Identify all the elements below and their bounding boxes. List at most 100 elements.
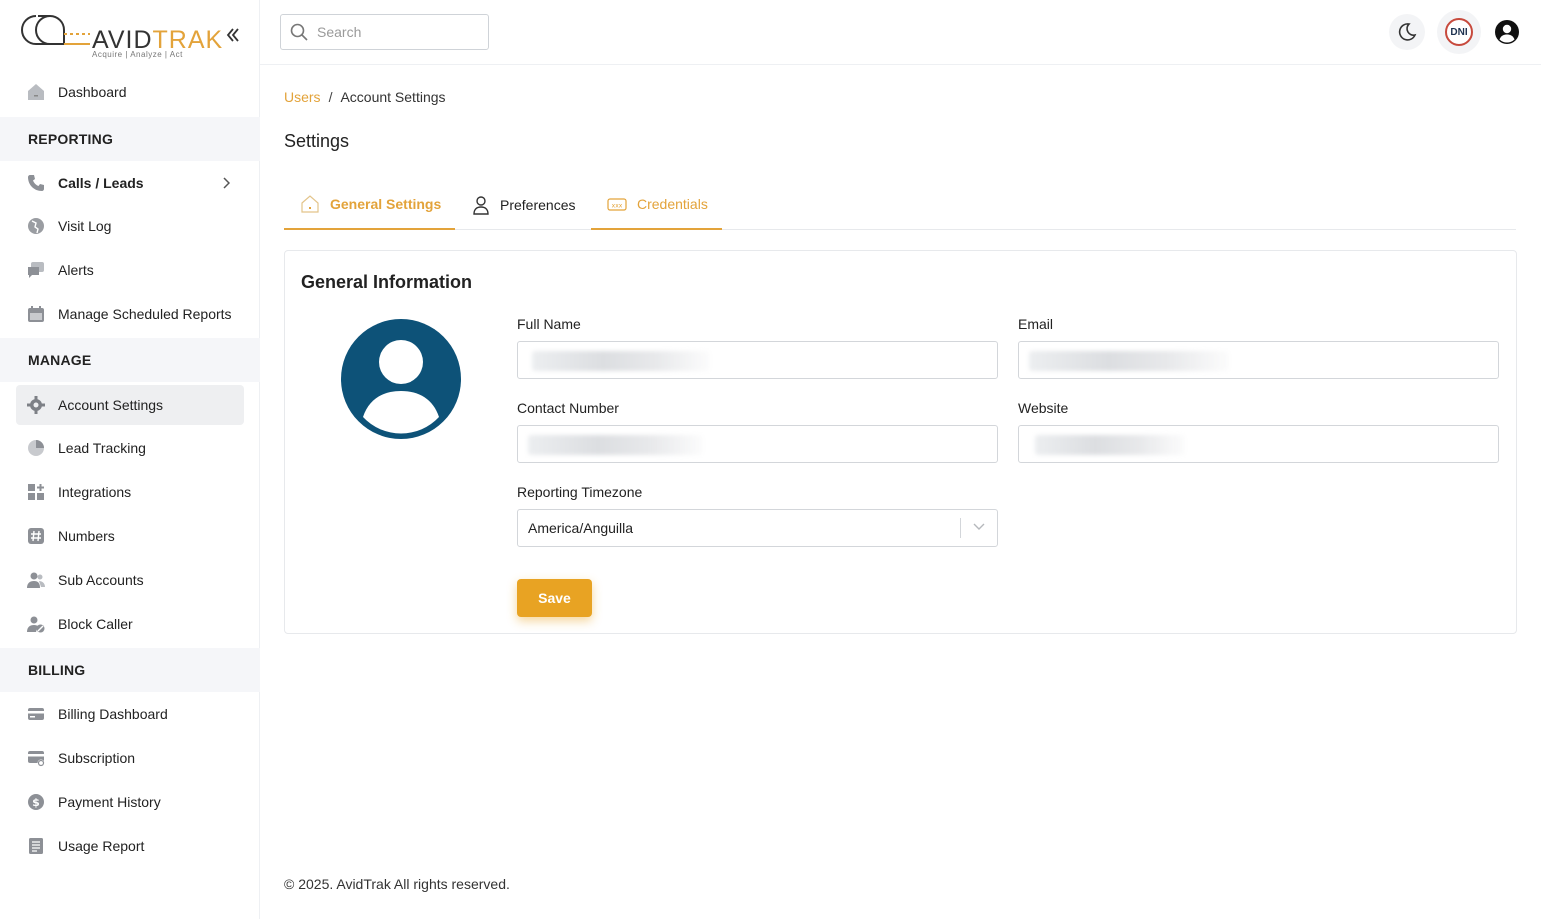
house-outline-icon [300, 194, 320, 214]
user-avatar-icon [341, 319, 461, 439]
home-icon [27, 83, 45, 101]
sidebar-item-label: Numbers [58, 528, 115, 544]
sidebar-item-billing-dashboard[interactable]: Billing Dashboard [16, 694, 244, 734]
redacted-value [1029, 351, 1229, 371]
svg-text:xxx: xxx [612, 203, 623, 210]
sidebar-item-calls-leads[interactable]: Calls / Leads [16, 163, 244, 203]
double-chevron-left-icon [226, 28, 239, 42]
search-input[interactable] [317, 24, 477, 40]
apps-add-icon [27, 483, 45, 501]
sidebar-item-account-settings[interactable]: Account Settings [16, 385, 244, 425]
website-field[interactable] [1018, 425, 1499, 463]
sidebar-item-label: Integrations [58, 484, 132, 500]
sidebar-item-label: Billing Dashboard [58, 706, 168, 722]
breadcrumb-current: Account Settings [340, 89, 446, 105]
email-field[interactable] [1018, 341, 1499, 379]
user-block-icon [27, 615, 45, 633]
sidebar-item-label: Payment History [58, 794, 161, 810]
credit-card-icon [27, 705, 45, 723]
tab-label: Preferences [500, 197, 576, 213]
pie-chart-icon [27, 439, 45, 457]
breadcrumb: Users / Account Settings [284, 89, 446, 105]
save-button[interactable]: Save [517, 579, 592, 617]
website-label: Website [1018, 400, 1069, 416]
reporting-timezone-label: Reporting Timezone [517, 484, 643, 500]
sidebar-item-visit-log[interactable]: Visit Log [16, 206, 244, 246]
sidebar-item-integrations[interactable]: Integrations [16, 472, 244, 512]
breadcrumb-users-link[interactable]: Users [284, 89, 321, 105]
sidebar-item-subscription[interactable]: Subscription [16, 738, 244, 778]
search-icon [290, 23, 308, 41]
contact-number-label: Contact Number [517, 400, 619, 416]
collapse-sidebar-button[interactable] [224, 24, 242, 46]
general-information-card: General Information Full Name Email Cont… [284, 250, 1517, 634]
calendar-icon [27, 305, 45, 323]
sidebar-item-label: Dashboard [58, 84, 127, 100]
section-reporting: REPORTING [0, 117, 260, 161]
section-label: REPORTING [28, 131, 114, 147]
section-manage: MANAGE [0, 338, 260, 382]
sidebar-item-numbers[interactable]: Numbers [16, 516, 244, 556]
chevron-down-icon[interactable] [972, 522, 986, 532]
section-label: MANAGE [28, 352, 92, 368]
document-list-icon [27, 837, 45, 855]
sidebar-item-label: Alerts [58, 262, 94, 278]
gear-icon [27, 396, 45, 414]
page-title: Settings [284, 131, 350, 151]
dni-badge: DNI [1445, 18, 1473, 46]
full-name-field[interactable] [517, 341, 998, 379]
sidebar-item-usage-report[interactable]: Usage Report [16, 826, 244, 866]
password-field-icon: xxx [607, 194, 627, 214]
sidebar-item-sub-accounts[interactable]: Sub Accounts [16, 560, 244, 600]
sidebar-item-label: Calls / Leads [58, 175, 144, 191]
tab-label: Credentials [637, 196, 708, 212]
sidebar-item-label: Visit Log [58, 218, 112, 234]
users-icon [27, 571, 45, 589]
sidebar-item-label: Block Caller [58, 616, 133, 632]
section-label: BILLING [28, 662, 86, 678]
chat-bubbles-icon [27, 261, 45, 279]
user-menu-button[interactable] [1493, 18, 1521, 46]
dollar-circle-icon: $ [27, 793, 45, 811]
footer-copyright: © 2025. AvidTrak All rights reserved. [284, 876, 510, 892]
sidebar-item-label: Sub Accounts [58, 572, 144, 588]
avidtrak-logo[interactable]: AVIDTRAK Acquire | Analyze | Act [20, 12, 240, 62]
redacted-value [532, 351, 710, 371]
person-outline-icon [472, 195, 490, 215]
sidebar: AVIDTRAK Acquire | Analyze | Act Dashboa… [0, 0, 260, 919]
logo-tagline: Acquire | Analyze | Act [92, 50, 183, 59]
profile-avatar[interactable] [341, 319, 461, 439]
sidebar-item-payment-history[interactable]: $ Payment History [16, 782, 244, 822]
tab-credentials[interactable]: xxx Credentials [591, 180, 722, 230]
tab-label: General Settings [330, 196, 442, 212]
moon-icon [1398, 23, 1417, 41]
sidebar-item-manage-scheduled-reports[interactable]: Manage Scheduled Reports [16, 294, 244, 334]
sidebar-item-lead-tracking[interactable]: Lead Tracking [16, 428, 244, 468]
settings-tabs: General Settings Preferences xxx Credent… [284, 180, 1516, 230]
hash-icon [27, 527, 45, 545]
sidebar-item-label: Account Settings [58, 397, 164, 413]
card-refresh-icon [27, 749, 45, 767]
sidebar-item-dashboard[interactable]: Dashboard [16, 72, 244, 112]
search-box[interactable] [280, 14, 489, 50]
svg-text:$: $ [32, 796, 40, 809]
chevron-right-icon [222, 176, 231, 194]
sidebar-item-label: Usage Report [58, 838, 145, 854]
timezone-select[interactable]: America/Anguilla [517, 509, 998, 547]
sidebar-item-label: Subscription [58, 750, 136, 766]
breadcrumb-separator: / [328, 89, 333, 105]
select-divider [960, 518, 961, 538]
dni-button[interactable]: DNI [1437, 10, 1481, 54]
redacted-value [1035, 435, 1185, 455]
tab-preferences[interactable]: Preferences [472, 180, 588, 230]
redacted-value [528, 435, 703, 455]
sidebar-item-block-caller[interactable]: Block Caller [16, 604, 244, 644]
sidebar-item-alerts[interactable]: Alerts [16, 250, 244, 290]
contact-number-field[interactable] [517, 425, 998, 463]
dark-mode-toggle[interactable] [1389, 14, 1425, 50]
user-circle-icon [1495, 20, 1519, 44]
tab-general-settings[interactable]: General Settings [284, 180, 455, 230]
email-label: Email [1018, 316, 1054, 332]
sidebar-item-label: Lead Tracking [58, 440, 146, 456]
section-billing: BILLING [0, 648, 260, 692]
